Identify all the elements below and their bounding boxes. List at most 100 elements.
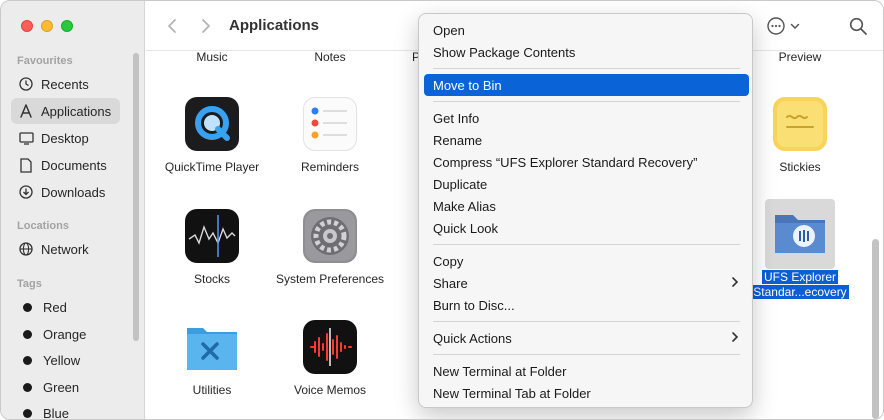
menu-item-label: New Terminal at Folder — [433, 363, 567, 379]
app-stickies[interactable]: Stickies — [740, 97, 860, 175]
app-label-line2: Standar...ecovery — [751, 285, 849, 299]
app-label: Reminders — [300, 160, 360, 174]
ufs-folder-icon — [773, 205, 827, 259]
close-window-button[interactable] — [21, 20, 33, 32]
app-system-preferences[interactable]: System Preferences — [270, 209, 390, 287]
menu-item-burn-to-disc[interactable]: Burn to Disc... — [424, 294, 749, 316]
menu-item-share[interactable]: Share — [424, 272, 749, 294]
app-label: QuickTime Player — [164, 160, 260, 174]
content-scrollbar[interactable] — [872, 239, 879, 419]
clock-icon — [18, 76, 34, 92]
menu-item-quick-look[interactable]: Quick Look — [424, 217, 749, 239]
sidebar-item-documents[interactable]: Documents — [11, 152, 120, 178]
sidebar-item-label: Downloads — [41, 184, 106, 200]
gear-icon — [303, 209, 357, 263]
app-quicktime-player[interactable]: QuickTime Player — [152, 97, 272, 175]
ellipsis-circle-icon — [767, 17, 785, 35]
menu-separator — [433, 354, 740, 355]
sidebar-scrollbar[interactable] — [133, 53, 139, 341]
sidebar-item-downloads[interactable]: Downloads — [11, 179, 120, 205]
menu-item-quick-actions[interactable]: Quick Actions — [424, 327, 749, 349]
sidebar-item-network[interactable]: Network — [11, 236, 120, 262]
menu-item-compress[interactable]: Compress “UFS Explorer Standard Recovery… — [424, 151, 749, 173]
sidebar-item-label: Network — [41, 241, 89, 257]
app-reminders[interactable]: Reminders — [270, 97, 390, 175]
app-label: Voice Memos — [293, 383, 367, 397]
menu-item-new-terminal[interactable]: New Terminal at Folder — [424, 360, 749, 382]
menu-item-rename[interactable]: Rename — [424, 129, 749, 151]
reminders-icon — [303, 97, 357, 151]
menu-item-label: Compress “UFS Explorer Standard Recovery… — [433, 154, 698, 170]
quicktime-icon — [185, 97, 239, 151]
app-label-music[interactable]: Music — [196, 50, 227, 64]
forward-button[interactable] — [196, 17, 214, 35]
favourites-header: Favourites — [17, 55, 73, 67]
sidebar-item-label: Desktop — [41, 130, 89, 146]
app-label-line1: UFS Explorer — [761, 270, 839, 284]
chevron-right-icon — [731, 276, 739, 291]
app-label: Stocks — [193, 272, 230, 286]
selection-highlight — [765, 199, 835, 269]
sidebar-item-label: Orange — [43, 326, 87, 342]
menu-separator — [433, 101, 740, 102]
sidebar-item-label: Green — [43, 379, 80, 395]
app-voice-memos[interactable]: Voice Memos — [270, 320, 390, 398]
chevron-left-icon — [168, 19, 176, 33]
search-button[interactable] — [848, 16, 868, 36]
tag-dot-icon — [23, 408, 32, 418]
sidebar-tag-yellow[interactable]: Yellow — [11, 347, 120, 373]
more-actions-button[interactable] — [766, 15, 806, 37]
menu-item-get-info[interactable]: Get Info — [424, 107, 749, 129]
menu-item-label: Rename — [433, 132, 483, 148]
context-menu: Open Show Package Contents Move to Bin G… — [418, 13, 753, 408]
app-label: UFS Explorer Standar...ecovery — [740, 270, 860, 300]
finder-window: Favourites Recents Applications Desktop … — [0, 0, 884, 420]
menu-item-open[interactable]: Open — [424, 19, 749, 41]
sidebar-item-label: Recents — [41, 76, 89, 92]
folder-icon — [185, 320, 239, 374]
menu-item-label: Quick Look — [433, 220, 499, 236]
document-icon — [18, 157, 34, 173]
menu-item-label: Quick Actions — [433, 330, 512, 346]
menu-item-show-package-contents[interactable]: Show Package Contents — [424, 41, 749, 63]
menu-item-label: Copy — [433, 253, 464, 269]
sidebar-tag-orange[interactable]: Orange — [11, 321, 120, 347]
app-label-preview[interactable]: Preview — [779, 50, 822, 64]
menu-item-label: Get Info — [433, 110, 480, 126]
sidebar-item-label: Yellow — [43, 352, 81, 368]
sidebar-tag-green[interactable]: Green — [11, 374, 120, 400]
sidebar-item-label: Applications — [41, 103, 112, 119]
menu-item-label: Make Alias — [433, 198, 496, 214]
sidebar-tag-blue[interactable]: Blue — [11, 400, 120, 419]
window-title: Applications — [229, 17, 320, 34]
menu-item-label: New Terminal Tab at Folder — [433, 385, 591, 401]
chevron-right-icon — [731, 331, 739, 346]
menu-item-label: Open — [433, 22, 465, 38]
app-utilities[interactable]: Utilities — [152, 320, 272, 398]
menu-item-copy[interactable]: Copy — [424, 250, 749, 272]
sidebar-item-label: Red — [43, 299, 67, 315]
sidebar-item-desktop[interactable]: Desktop — [11, 125, 120, 151]
tags-header: Tags — [17, 278, 42, 290]
tag-dot-icon — [23, 382, 32, 392]
minimize-window-button[interactable] — [41, 20, 53, 32]
app-stocks[interactable]: Stocks — [152, 209, 272, 287]
maximize-window-button[interactable] — [61, 20, 73, 32]
app-label-notes[interactable]: Notes — [314, 50, 345, 64]
app-ufs-explorer[interactable]: UFS Explorer Standar...ecovery — [740, 199, 860, 300]
sidebar-item-applications[interactable]: Applications — [11, 98, 120, 124]
voice-memos-icon — [303, 320, 357, 374]
locations-header: Locations — [17, 220, 69, 232]
stickies-icon — [773, 97, 827, 151]
chevron-right-icon — [202, 19, 210, 33]
menu-separator — [433, 68, 740, 69]
menu-item-new-terminal-tab[interactable]: New Terminal Tab at Folder — [424, 382, 749, 404]
sidebar-tag-red[interactable]: Red — [11, 294, 120, 320]
sidebar: Favourites Recents Applications Desktop … — [1, 1, 145, 419]
back-button[interactable] — [164, 17, 182, 35]
app-label: Stickies — [779, 160, 821, 174]
sidebar-item-recents[interactable]: Recents — [11, 71, 120, 97]
menu-item-duplicate[interactable]: Duplicate — [424, 173, 749, 195]
menu-item-make-alias[interactable]: Make Alias — [424, 195, 749, 217]
menu-item-move-to-bin[interactable]: Move to Bin — [424, 74, 749, 96]
